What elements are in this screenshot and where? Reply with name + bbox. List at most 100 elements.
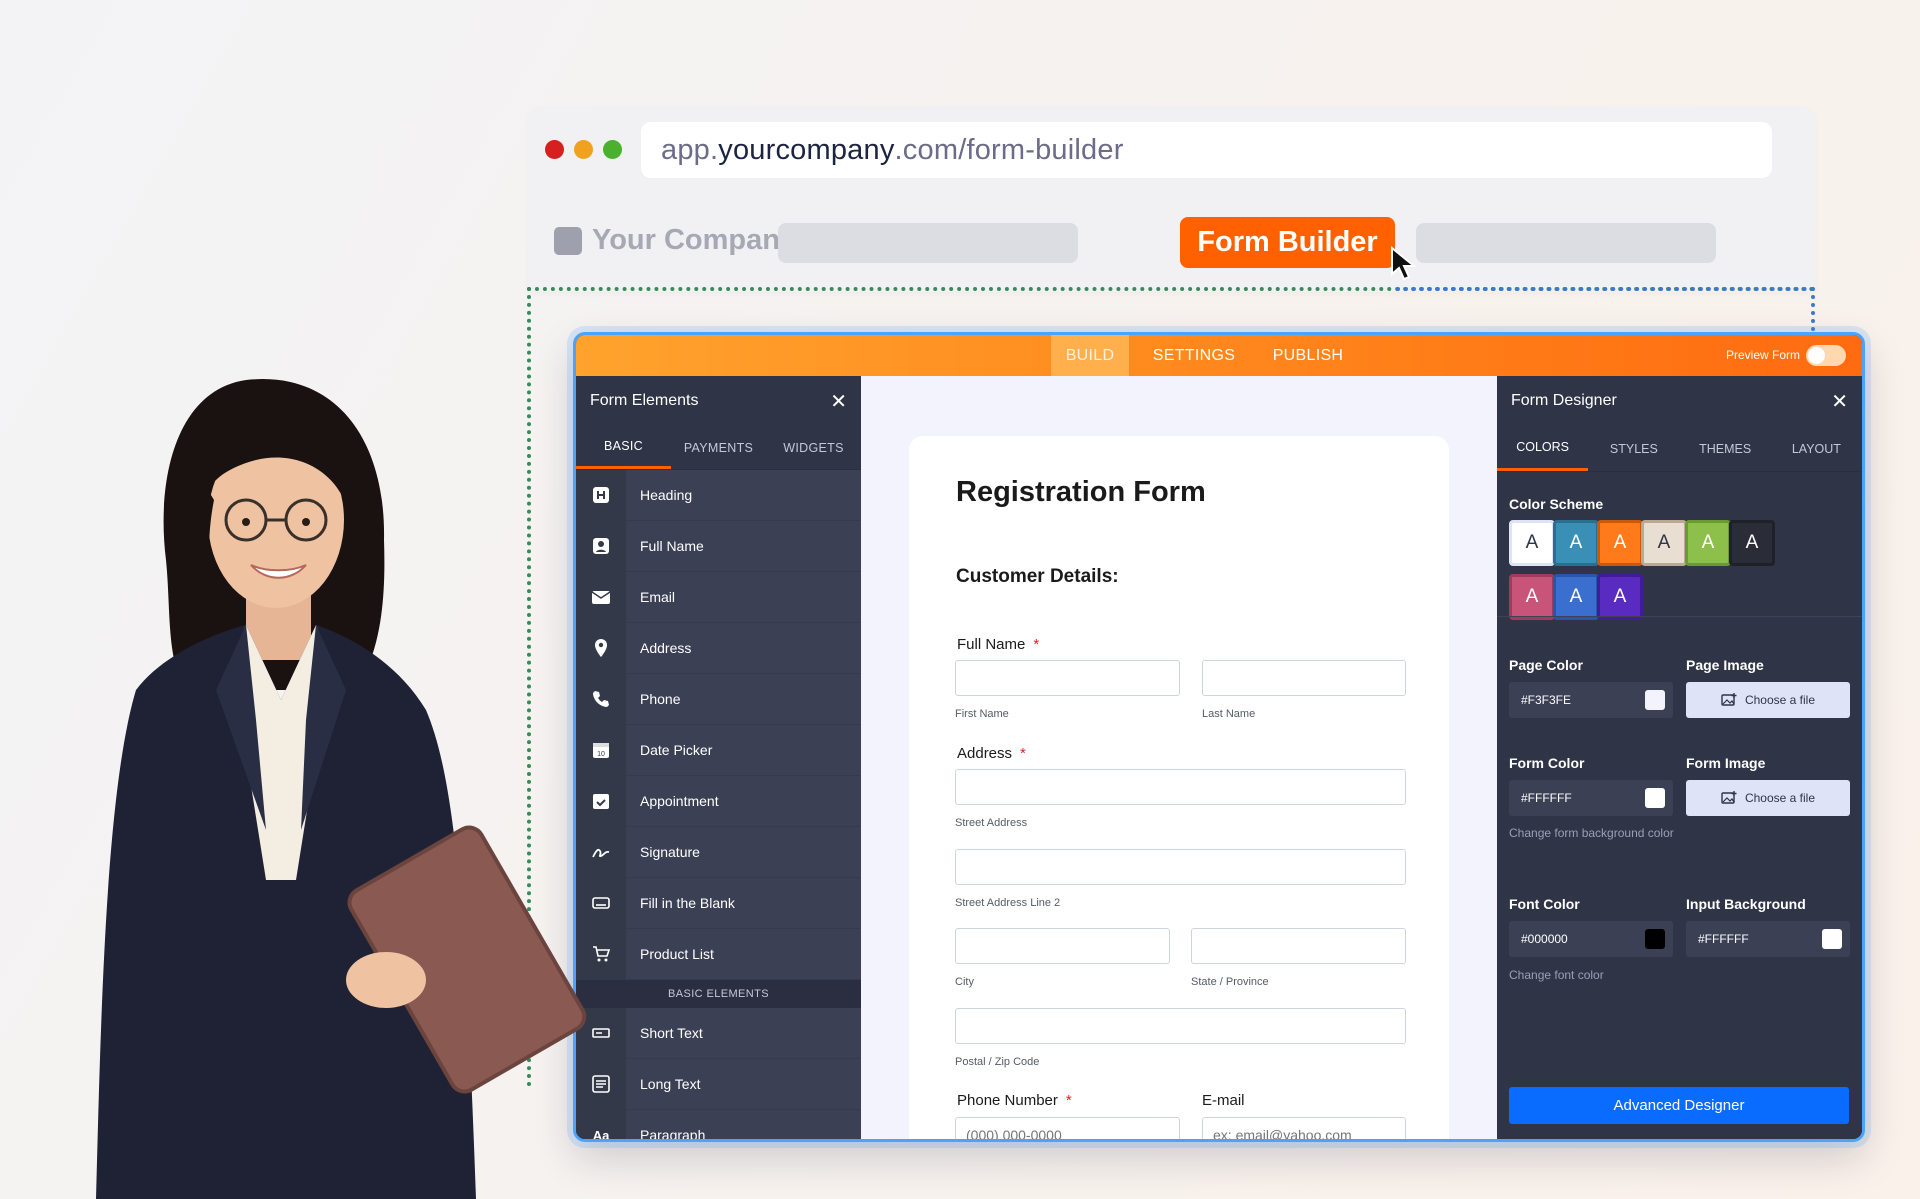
color-scheme-swatch[interactable]: A [1509, 574, 1555, 620]
email-input[interactable] [1202, 1117, 1406, 1139]
input-background-field[interactable]: #FFFFFF [1686, 921, 1850, 957]
minimize-window-dot[interactable] [574, 140, 593, 159]
font-color-hint: Change font color [1509, 968, 1604, 982]
designer-tabs: COLORS STYLES THEMES LAYOUT [1497, 426, 1862, 472]
form-card: Registration Form Customer Details: Full… [909, 436, 1449, 1139]
phone-number-label-text: Phone Number [957, 1092, 1058, 1109]
color-scheme-swatch[interactable]: A [1597, 520, 1643, 566]
page-color-swatch[interactable] [1645, 690, 1665, 710]
input-background-swatch[interactable] [1822, 929, 1842, 949]
state-input[interactable] [1191, 928, 1406, 964]
tab-build[interactable]: BUILD [1051, 335, 1129, 376]
city-input[interactable] [955, 928, 1170, 964]
form-image-label: Form Image [1686, 755, 1766, 771]
url-domain: yourcompany [718, 133, 895, 166]
address-label-text: Address [957, 745, 1013, 762]
choose-file-label: Choose a file [1744, 693, 1816, 707]
color-scheme-swatch[interactable]: A [1685, 520, 1731, 566]
tab-publish[interactable]: PUBLISH [1252, 335, 1364, 376]
advanced-designer-button[interactable]: Advanced Designer [1509, 1087, 1849, 1124]
zip-code-hint: Postal / Zip Code [955, 1056, 1040, 1068]
image-upload-icon [1721, 693, 1737, 706]
nav-item-placeholder[interactable] [778, 223, 934, 263]
state-hint: State / Province [1191, 976, 1269, 988]
address-bar[interactable]: app. yourcompany .com/form-builder [641, 122, 1772, 178]
form-designer-header: Form Designer ✕ [1497, 376, 1862, 426]
color-scheme-swatch[interactable]: A [1641, 520, 1687, 566]
mouse-cursor-icon [1391, 245, 1417, 281]
brand[interactable]: Your Company [554, 224, 796, 257]
color-scheme-swatch[interactable]: A [1729, 520, 1775, 566]
section-heading[interactable]: Customer Details: [956, 566, 1119, 588]
zip-code-input[interactable] [955, 1008, 1406, 1044]
url-suffix: .com/form-builder [894, 133, 1124, 166]
brand-name: Your Company [592, 224, 797, 256]
url-prefix: app. [661, 133, 719, 166]
image-upload-icon [1721, 791, 1737, 804]
color-scheme-swatch[interactable]: A [1553, 520, 1599, 566]
tab-layout[interactable]: LAYOUT [1771, 426, 1862, 471]
form-title[interactable]: Registration Form [956, 476, 1206, 509]
color-scheme-label: Color Scheme [1509, 496, 1604, 512]
color-scheme-swatch[interactable]: A [1553, 574, 1599, 620]
tab-colors[interactable]: COLORS [1497, 426, 1589, 471]
preview-form-toggle[interactable] [1806, 345, 1846, 366]
input-background-label: Input Background [1686, 896, 1806, 912]
preview-form-label: Preview Form [1725, 348, 1800, 362]
font-color-swatch[interactable] [1645, 929, 1665, 949]
logo-icon [554, 226, 582, 255]
street-address-input[interactable] [955, 769, 1406, 805]
tab-payments[interactable]: PAYMENTS [671, 426, 766, 469]
form-color-hint: Change form background color [1509, 826, 1674, 840]
close-window-dot[interactable] [545, 140, 564, 159]
required-marker: * [1033, 636, 1040, 653]
input-background-value: #FFFFFF [1698, 932, 1749, 946]
nav-item-form-builder[interactable]: Form Builder [1180, 217, 1395, 268]
phone-number-input[interactable] [955, 1117, 1180, 1139]
page-image-choose-button[interactable]: Choose a file [1686, 682, 1850, 718]
form-color-swatch[interactable] [1645, 788, 1665, 808]
first-name-input[interactable] [955, 660, 1180, 696]
tab-settings[interactable]: SETTINGS [1136, 335, 1252, 376]
first-name-hint: First Name [955, 708, 1009, 720]
nav-item-placeholder[interactable] [1560, 223, 1716, 263]
phone-number-label: Phone Number * [957, 1092, 1072, 1109]
site-nav: Your Company Form Builder [528, 196, 1816, 292]
font-color-value: #000000 [1521, 932, 1568, 946]
last-name-hint: Last Name [1202, 708, 1256, 720]
page-color-value: #F3F3FE [1521, 693, 1572, 707]
color-scheme-swatch[interactable]: A [1509, 520, 1555, 566]
builder-topbar: BUILD SETTINGS PUBLISH Preview Form [576, 335, 1862, 376]
tab-styles[interactable]: STYLES [1588, 426, 1679, 471]
last-name-input[interactable] [1202, 660, 1406, 696]
font-color-label: Font Color [1509, 896, 1580, 912]
form-color-label: Form Color [1509, 755, 1585, 771]
page-color-label: Page Color [1509, 657, 1583, 673]
window-controls [545, 140, 622, 159]
page-color-field[interactable]: #F3F3FE [1509, 682, 1673, 718]
tab-widgets[interactable]: WIDGETS [766, 426, 861, 469]
color-scheme-swatch[interactable]: A [1597, 574, 1643, 620]
required-marker: * [1020, 745, 1026, 762]
nav-item-placeholder[interactable] [922, 223, 1078, 263]
street-address-line2-input[interactable] [955, 849, 1406, 885]
font-color-field[interactable]: #000000 [1509, 921, 1673, 957]
maximize-window-dot[interactable] [603, 140, 622, 159]
connector-dotted-line-blue [1396, 287, 1815, 331]
full-name-label: Full Name * [957, 636, 1039, 653]
close-icon[interactable]: ✕ [830, 389, 847, 414]
page-image-label: Page Image [1686, 657, 1764, 673]
address-label: Address * [957, 745, 1026, 762]
form-color-value: #FFFFFF [1521, 791, 1572, 805]
form-designer-title: Form Designer [1511, 392, 1617, 409]
city-hint: City [955, 976, 974, 988]
nav-item-placeholder[interactable] [1416, 223, 1572, 263]
form-color-field[interactable]: #FFFFFF [1509, 780, 1673, 816]
close-icon[interactable]: ✕ [1831, 389, 1848, 414]
full-name-label-text: Full Name [957, 636, 1026, 653]
browser-window: app. yourcompany .com/form-builder Your Co… [528, 106, 1816, 292]
form-image-choose-button[interactable]: Choose a file [1686, 780, 1850, 816]
required-marker: * [1065, 1092, 1072, 1109]
tab-themes[interactable]: THEMES [1680, 426, 1771, 471]
form-builder-app: BUILD SETTINGS PUBLISH Preview Form Form… [573, 332, 1865, 1142]
